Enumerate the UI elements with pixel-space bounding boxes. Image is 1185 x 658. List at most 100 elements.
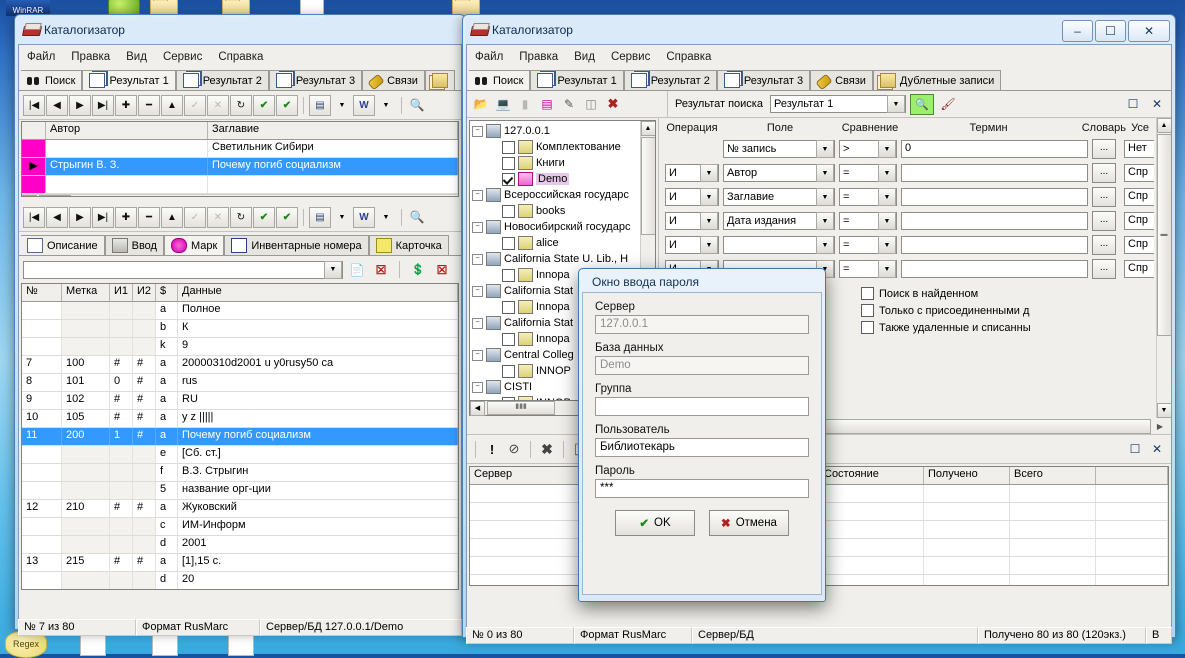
tree-checkbox[interactable] [502, 156, 515, 170]
menu-edit-main[interactable]: Правка [519, 51, 558, 63]
last-field-button[interactable]: ▶| [92, 206, 114, 228]
field-combo[interactable]: Автор ▼ [723, 164, 835, 182]
dictionary-button[interactable]: ... [1092, 259, 1116, 279]
chevron-down-icon[interactable]: ▼ [700, 212, 718, 230]
operation-combo[interactable]: И▼ [665, 236, 719, 254]
edit-record-button[interactable]: ▲ [161, 94, 183, 116]
option-checkbox[interactable] [861, 304, 874, 317]
marc-subtabs[interactable]: Описание Ввод Марк Инвентарные номера Ка… [19, 232, 461, 256]
comparison-combo[interactable]: = ▼ [839, 212, 897, 230]
tree-checkbox[interactable] [502, 236, 515, 250]
field-input[interactable] [595, 397, 809, 416]
expand-collapse-icon[interactable] [490, 271, 499, 280]
expand-collapse-icon[interactable] [490, 175, 499, 184]
prev-record-button[interactable]: ◀ [46, 94, 68, 116]
chevron-down-icon[interactable]: ▼ [816, 212, 834, 230]
main-window-titlebar[interactable]: Каталогизатор – ☐ ✕ [466, 18, 1172, 44]
table-row[interactable]: 7 100 # # a 20000310d2001 u y0rusy50 ca [22, 356, 458, 374]
dictionary-button[interactable]: ... [1092, 211, 1116, 231]
cancel-button[interactable]: ✖ Отмена [709, 510, 789, 536]
term-input[interactable] [901, 188, 1088, 206]
tree-checkbox[interactable] [502, 300, 515, 314]
save-dropdown-arrow-2[interactable]: ▼ [332, 208, 352, 227]
subtab-kartochka[interactable]: Карточка [368, 235, 449, 255]
tab-poisk[interactable]: Поиск [21, 70, 83, 90]
chevron-down-icon[interactable]: ▼ [700, 188, 718, 206]
hscroll-thumb[interactable]: ▮▮▮ [487, 401, 555, 415]
connect-server-icon[interactable]: 💻 [493, 95, 513, 114]
expand-collapse-icon[interactable] [490, 399, 499, 401]
edit-field-button[interactable]: ▲ [161, 206, 183, 228]
term-input[interactable] [901, 164, 1088, 182]
desktop-icon-doc-4[interactable] [228, 633, 254, 656]
records-nav-toolbar[interactable]: |◀ ◀ ▶ ▶| ✚ ━ ▲ ✓ ✕ ↻ ✔ ✔ ▤ ▼ W ▼ 🔍 [19, 91, 461, 120]
next-field-button[interactable]: ▶ [69, 206, 91, 228]
dictionary-button[interactable]: ... [1092, 187, 1116, 207]
chevron-down-icon[interactable]: ▼ [878, 140, 896, 158]
tree-node-database[interactable]: alice [472, 235, 640, 251]
word-export-icon[interactable]: W [353, 94, 375, 116]
menu-file[interactable]: Файл [27, 51, 55, 63]
subtab-mark[interactable]: Марк [163, 235, 225, 255]
word-dropdown-arrow-2[interactable]: ▼ [376, 208, 396, 227]
subtab-vvod[interactable]: Ввод [104, 235, 164, 255]
term-input[interactable] [901, 236, 1088, 254]
scroll-up-button[interactable]: ▲ [1156, 118, 1171, 133]
chevron-down-icon[interactable]: ▼ [878, 212, 896, 230]
expand-collapse-icon[interactable] [490, 207, 499, 216]
expand-collapse-icon[interactable] [490, 367, 499, 376]
chevron-down-icon[interactable]: ▼ [324, 260, 342, 279]
open-server-icon[interactable]: 📂 [471, 95, 491, 114]
search-option[interactable]: Только с присоединенными д [861, 302, 1154, 319]
search-result-combo[interactable]: Результат 1 ▼ [769, 95, 906, 113]
expand-collapse-icon[interactable] [490, 303, 499, 312]
dictionary-button[interactable]: ... [1092, 139, 1116, 159]
field-combo[interactable]: ▼ [723, 236, 835, 254]
operation-combo[interactable]: И▼ [665, 188, 719, 206]
dollar-field-icon[interactable]: 💲 [408, 260, 428, 279]
password-dialog[interactable]: Окно ввода пароля Сервер 127.0.0.1 База да… [578, 268, 826, 602]
apply-field-button[interactable]: ✔ [253, 206, 275, 228]
apply-button[interactable]: ✔ [253, 94, 275, 116]
tree-checkbox[interactable] [502, 396, 515, 400]
table-row[interactable]: Светильник Сибири [22, 140, 458, 158]
term-input[interactable] [901, 260, 1088, 278]
info-icon[interactable]: ! [482, 440, 502, 459]
tree-node-server[interactable]: − Новосибирский государс [472, 219, 640, 235]
close-results-button[interactable]: ✕ [1147, 440, 1167, 459]
option-checkbox[interactable] [861, 321, 874, 334]
field-combo[interactable]: Дата издания ▼ [723, 212, 835, 230]
subtab-opisanie[interactable]: Описание [21, 235, 105, 255]
properties-icon[interactable]: ✎ [559, 95, 579, 114]
chevron-down-icon[interactable]: ▼ [816, 164, 834, 182]
background-menubar[interactable]: Файл Правка Вид Сервис Справка [19, 45, 461, 67]
word-export-icon-2[interactable]: W [353, 206, 375, 228]
comparison-combo[interactable]: = ▼ [839, 188, 897, 206]
tab-rezultat-1[interactable]: Результат 1 [82, 70, 176, 90]
operation-combo[interactable]: И▼ [665, 212, 719, 230]
tree-checkbox[interactable] [502, 332, 515, 346]
marc-grid[interactable]: № Метка И1 И2 $ Данные a Полное b Кk 9 7 100 # #… [21, 283, 459, 590]
background-window-titlebar[interactable]: Каталогизатор [18, 18, 462, 44]
maximize-button[interactable]: ☐ [1095, 20, 1126, 42]
comparison-combo[interactable]: = ▼ [839, 236, 897, 254]
first-record-button[interactable]: |◀ [23, 94, 45, 116]
cancel-icon[interactable]: ✖ [537, 440, 557, 459]
menu-view[interactable]: Вид [126, 51, 147, 63]
menu-edit[interactable]: Правка [71, 51, 110, 63]
clear-query-icon[interactable]: 🖌 [938, 95, 958, 114]
menu-view-main[interactable]: Вид [574, 51, 595, 63]
table-row[interactable]: f В.З. Стрыгин [22, 464, 458, 482]
table-row[interactable]: 11 200 1 # a Почему погиб социализм [22, 428, 458, 446]
expand-collapse-icon[interactable]: − [472, 189, 483, 201]
term-input[interactable] [901, 212, 1088, 230]
add-field-button[interactable]: ✚ [115, 206, 137, 228]
save-icon[interactable]: ▤ [309, 94, 331, 116]
chevron-down-icon[interactable]: ▼ [816, 236, 834, 254]
marc-filter-combo[interactable]: ▼ [23, 260, 343, 279]
window-controls[interactable]: – ☐ ✕ [1062, 20, 1170, 42]
records-hscrollbar[interactable]: ◀ [22, 194, 458, 196]
main-tab-poisk[interactable]: Поиск [469, 70, 531, 90]
expand-collapse-icon[interactable]: − [472, 317, 483, 329]
expand-collapse-icon[interactable]: − [472, 349, 483, 361]
